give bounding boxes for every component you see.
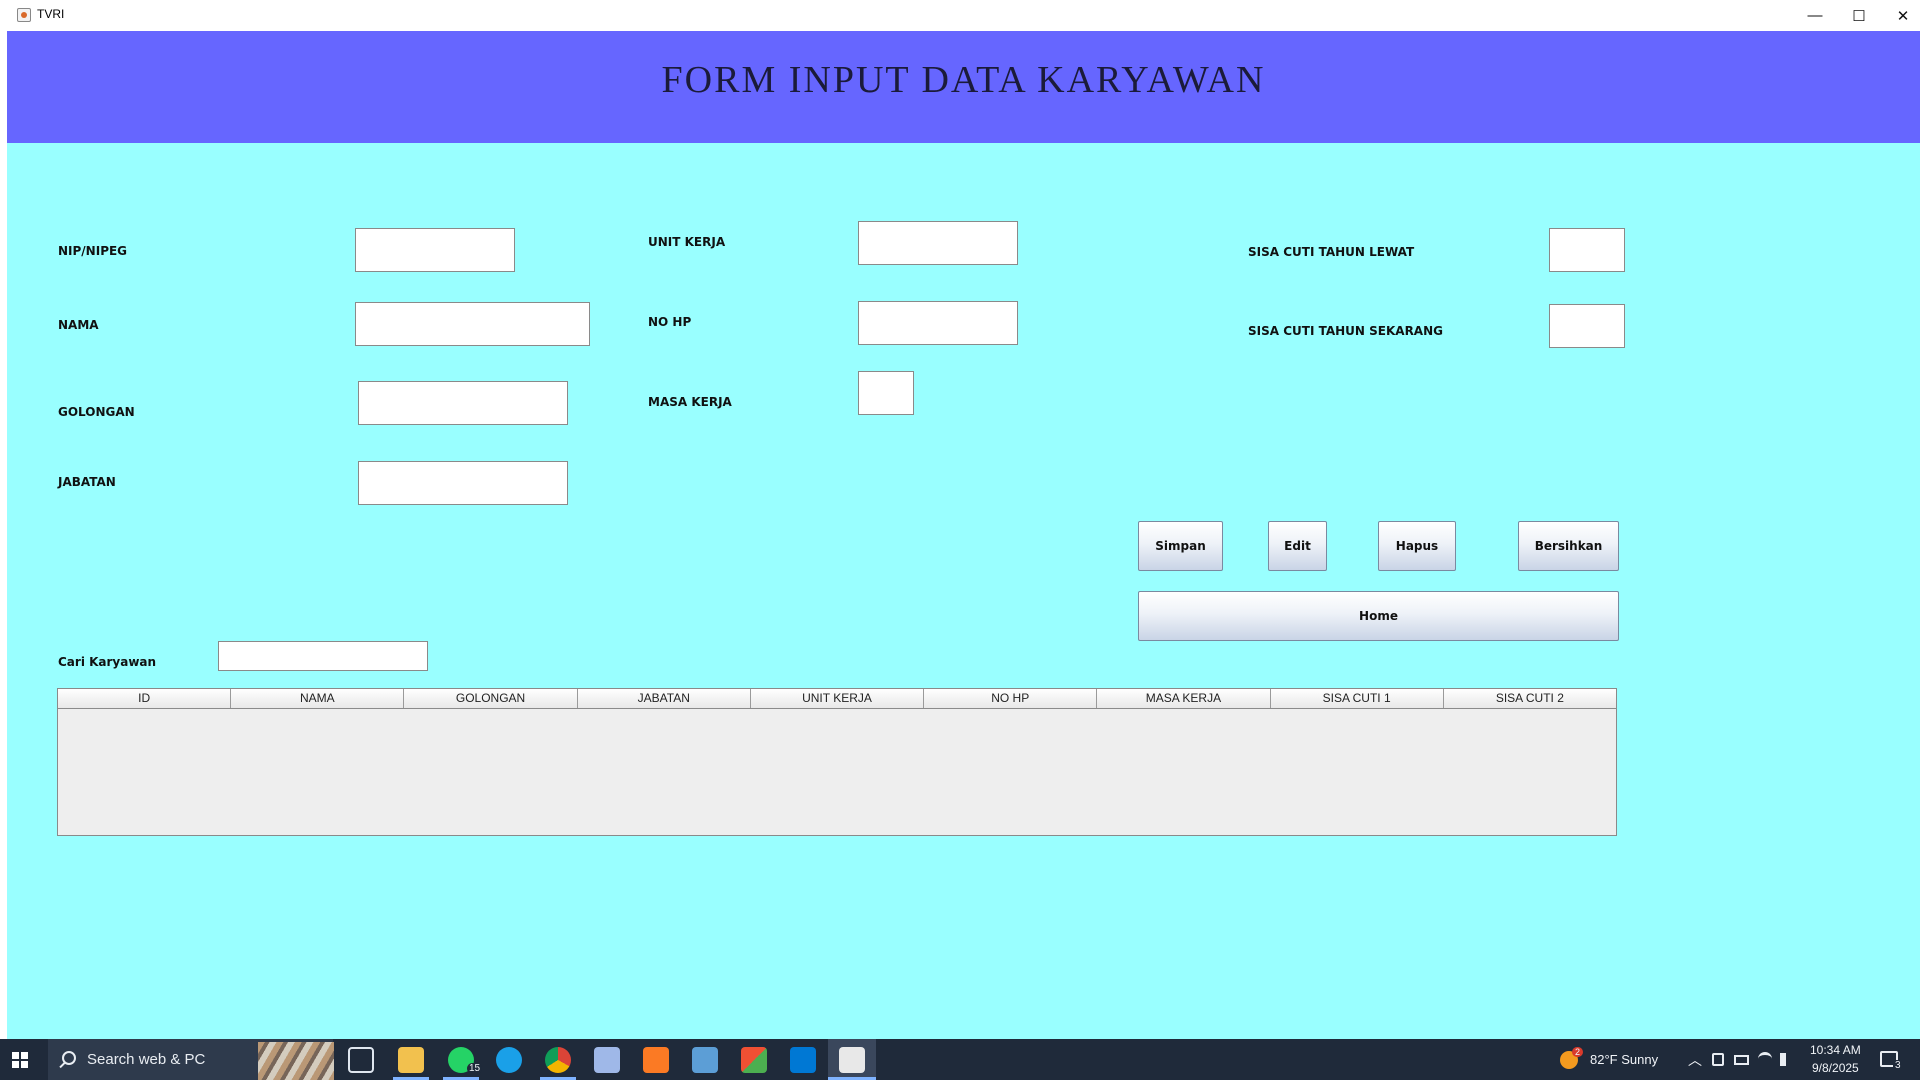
nip-label: NIP/NIPEG bbox=[58, 244, 128, 258]
task-view-icon[interactable] bbox=[348, 1047, 374, 1073]
wifi-icon[interactable] bbox=[1758, 1052, 1772, 1066]
hapus-button[interactable]: Hapus bbox=[1378, 521, 1456, 571]
page-title: FORM INPUT DATA KARYAWAN bbox=[661, 59, 1266, 101]
edit-button[interactable]: Edit bbox=[1268, 521, 1327, 571]
file-explorer-icon[interactable] bbox=[398, 1047, 424, 1073]
java-app-taskbar-icon[interactable] bbox=[839, 1047, 865, 1073]
weather-badge: 2 bbox=[1572, 1047, 1584, 1057]
masa-kerja-label: MASA KERJA bbox=[648, 395, 732, 409]
whatsapp-badge: 15 bbox=[467, 1063, 483, 1074]
maximize-button[interactable]: ☐ bbox=[1836, 0, 1882, 31]
table-column-header[interactable]: SISA CUTI 2 bbox=[1444, 689, 1616, 708]
sisa-cuti-lewat-label: SISA CUTI TAHUN LEWAT bbox=[1248, 245, 1415, 259]
meet-now-icon[interactable] bbox=[1712, 1053, 1724, 1066]
nama-field[interactable] bbox=[355, 302, 590, 346]
sisa-cuti-lewat-field[interactable] bbox=[1549, 228, 1625, 272]
unit-kerja-label: UNIT KERJA bbox=[648, 235, 726, 249]
nip-field[interactable] bbox=[355, 228, 515, 272]
volume-icon[interactable] bbox=[1780, 1053, 1792, 1066]
simpan-button[interactable]: Simpan bbox=[1138, 521, 1223, 571]
cari-karyawan-label: Cari Karyawan bbox=[58, 655, 157, 669]
search-highlight-image bbox=[258, 1042, 334, 1080]
nama-label: NAMA bbox=[58, 318, 99, 332]
minimize-button[interactable]: — bbox=[1792, 0, 1838, 31]
table-column-header[interactable]: NO HP bbox=[924, 689, 1098, 708]
weather-text[interactable]: 82°F Sunny bbox=[1590, 1052, 1658, 1067]
table-column-header[interactable]: SISA CUTI 1 bbox=[1271, 689, 1444, 708]
jabatan-field[interactable] bbox=[358, 461, 568, 505]
table-column-header[interactable]: NAMA bbox=[231, 689, 405, 708]
sisa-cuti-sekarang-field[interactable] bbox=[1549, 304, 1625, 348]
search-placeholder: Search web & PC bbox=[87, 1051, 206, 1068]
window-title: TVRI bbox=[37, 7, 65, 21]
table-column-header[interactable]: ID bbox=[58, 689, 232, 708]
employee-table[interactable]: ID NAMA GOLONGAN JABATAN UNIT KERJA NO HP MASA… bbox=[57, 688, 1617, 836]
header-band: FORM INPUT DATA KARYAWAN bbox=[7, 31, 1920, 143]
no-hp-field[interactable] bbox=[858, 301, 1018, 345]
chrome-icon[interactable] bbox=[545, 1047, 571, 1073]
table-column-header[interactable]: MASA KERJA bbox=[1097, 689, 1271, 708]
jabatan-label: JABATAN bbox=[58, 475, 116, 489]
table-column-header[interactable]: JABATAN bbox=[578, 689, 751, 708]
close-button[interactable]: ✕ bbox=[1880, 0, 1920, 31]
vscode-icon[interactable] bbox=[790, 1047, 816, 1073]
notepad-icon[interactable] bbox=[692, 1047, 718, 1073]
java-app-icon bbox=[17, 8, 31, 22]
window-titlebar: TVRI — ☐ ✕ bbox=[0, 0, 1920, 31]
git-icon[interactable] bbox=[741, 1047, 767, 1073]
table-column-header[interactable]: GOLONGAN bbox=[404, 689, 578, 708]
notification-count: 3 bbox=[1893, 1060, 1903, 1071]
clock-date[interactable]: 9/8/2025 bbox=[1812, 1061, 1859, 1075]
chevron-up-icon[interactable]: ︿ bbox=[1688, 1050, 1702, 1070]
home-button[interactable]: Home bbox=[1138, 591, 1619, 641]
unit-kerja-field[interactable] bbox=[858, 221, 1018, 265]
no-hp-label: NO HP bbox=[648, 315, 692, 329]
golongan-field[interactable] bbox=[358, 381, 568, 425]
cari-karyawan-input[interactable] bbox=[218, 641, 428, 671]
battery-icon[interactable] bbox=[1734, 1055, 1749, 1065]
windows-start-icon[interactable] bbox=[12, 1052, 28, 1068]
table-header: ID NAMA GOLONGAN JABATAN UNIT KERJA NO HP MASA… bbox=[58, 689, 1616, 709]
bersihkan-button[interactable]: Bersihkan bbox=[1518, 521, 1619, 571]
virtualbox-icon[interactable] bbox=[594, 1047, 620, 1073]
taskbar: Search web & PC 15 2 82°F Sunny ︿ 10:34 … bbox=[0, 1039, 1920, 1080]
sisa-cuti-sekarang-label: SISA CUTI TAHUN SEKARANG bbox=[1248, 324, 1443, 338]
golongan-label: GOLONGAN bbox=[58, 405, 135, 419]
edge-icon[interactable] bbox=[496, 1047, 522, 1073]
search-icon bbox=[62, 1051, 76, 1065]
clock-time[interactable]: 10:34 AM bbox=[1810, 1043, 1861, 1057]
xampp-icon[interactable] bbox=[643, 1047, 669, 1073]
form-panel: FORM INPUT DATA KARYAWAN NIP/NIPEG NAMA … bbox=[7, 31, 1920, 1039]
masa-kerja-field[interactable] bbox=[858, 371, 914, 415]
table-column-header[interactable]: UNIT KERJA bbox=[751, 689, 925, 708]
